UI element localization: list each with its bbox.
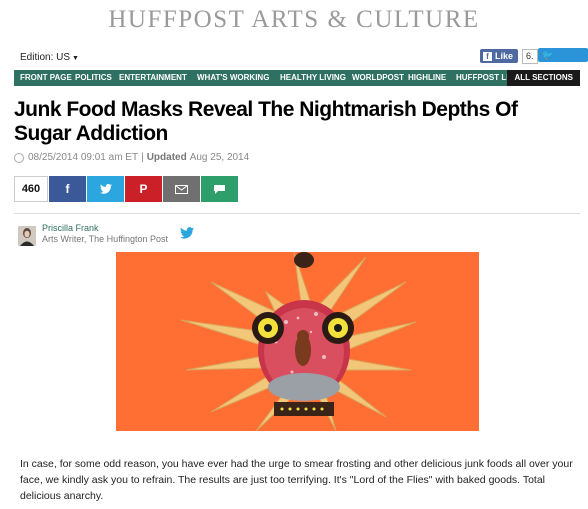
edition-selector[interactable]: Edition: US ▼ [20,52,79,63]
share-count: 460 [14,176,48,202]
nav-politics[interactable]: POLITICS [75,70,112,86]
byline-divider [14,213,580,214]
twitter-share-button[interactable] [87,176,124,202]
facebook-icon: f [483,51,492,61]
share-bar: 460 f P [14,176,238,202]
nav-front-page[interactable]: FRONT PAGE [20,70,72,86]
nav-healthy-living[interactable]: HEALTHY LIVING [280,70,346,86]
twitter-icon [99,184,112,194]
email-icon [175,184,188,194]
edition-label: Edition: US [20,52,71,63]
author-name-link[interactable]: Priscilla Frank [42,223,99,233]
updated-label: Updated [146,152,187,163]
facebook-like-button[interactable]: f Like [480,49,519,63]
twitter-follow-button[interactable]: 🐦 Follow [538,48,588,74]
nav-highline[interactable]: HIGHLINE [408,70,446,86]
pinterest-icon: P [139,182,148,196]
author-title: Arts Writer, The Huffington Post [42,234,169,244]
twitter-bird-icon: 🐦 [542,50,554,60]
author-avatar[interactable] [18,226,36,246]
comment-icon [214,184,225,194]
facebook-like-label: Like [495,51,514,61]
facebook-icon: f [65,182,70,196]
facebook-like-count: 6. [522,48,538,64]
facebook-like-widget[interactable]: f Like 6. [480,48,538,64]
email-share-button[interactable] [163,176,200,202]
site-masthead[interactable]: HUFFPOST ARTS & CULTURE [0,6,588,34]
article-body-paragraph: In case, for some odd reason, you have e… [20,458,573,502]
author-twitter-icon[interactable] [180,227,194,239]
section-nav: FRONT PAGE POLITICS ENTERTAINMENT WHAT'S… [14,70,580,86]
published-date: 08/25/2014 09:01 am ET [28,152,139,163]
nav-entertainment[interactable]: ENTERTAINMENT [119,70,187,86]
nav-all-sections[interactable]: ALL SECTIONS [507,70,580,86]
comment-button[interactable] [201,176,238,202]
updated-date: Aug 25, 2014 [189,152,250,163]
pinterest-share-button[interactable]: P [125,176,162,202]
nav-whats-working[interactable]: WHAT'S WORKING [197,70,269,86]
nav-worldpost[interactable]: WORLDPOST [352,70,404,86]
clock-icon [14,152,24,163]
article-timestamp: 08/25/2014 09:01 am ET | Updated Aug 25,… [14,152,249,163]
facebook-share-button[interactable]: f [49,176,86,202]
chevron-down-icon: ▼ [72,55,79,62]
junk-food-mask-illustration [116,252,479,431]
article-headline: Junk Food Masks Reveal The Nightmarish D… [14,98,518,145]
article-hero-image[interactable] [116,252,479,431]
